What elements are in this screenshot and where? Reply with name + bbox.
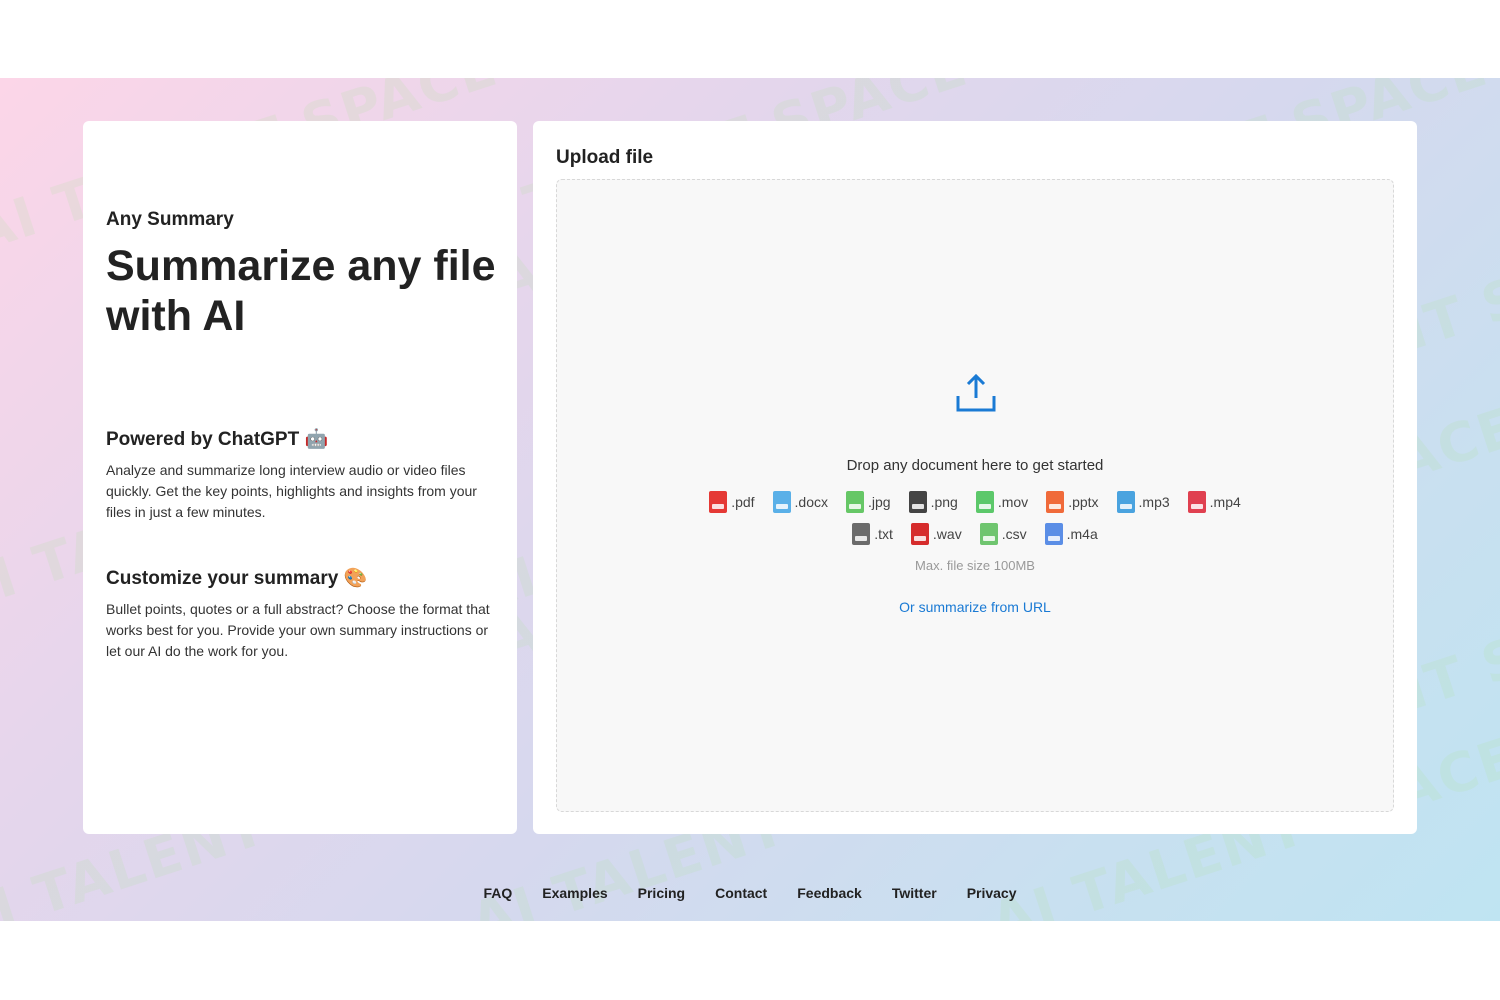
brand-name: Any Summary [106, 209, 234, 230]
file-pptx-icon [1046, 491, 1065, 513]
file-csv-icon [979, 523, 998, 545]
file-types-row: .txt .wav .csv .m4a [557, 523, 1393, 545]
file-pdf-icon [709, 491, 728, 513]
file-mov-icon [975, 491, 994, 513]
file-type-label: .csv [1001, 526, 1027, 542]
max-file-size: Max. file size 100MB [915, 558, 1035, 573]
file-type-wav: .wav [910, 523, 962, 545]
drop-instructions: Drop any document here to get started [846, 457, 1104, 474]
footer-link-contact[interactable]: Contact [715, 885, 767, 901]
file-txt-icon [852, 523, 871, 545]
file-type-label: .docx [794, 494, 829, 510]
file-mp4-icon [1187, 491, 1206, 513]
feature-title-customize: Customize your summary 🎨 [106, 568, 368, 589]
file-type-label: .png [930, 494, 958, 510]
file-type-txt: .txt [852, 523, 893, 545]
file-type-label: .txt [874, 526, 893, 542]
page-headline: Summarize any file with AI [106, 242, 496, 340]
file-jpg-icon [846, 491, 865, 513]
file-type-label: .wav [932, 526, 962, 542]
upload-card: Upload file Drop any document here to ge… [533, 121, 1417, 834]
upload-icon[interactable] [954, 372, 998, 416]
file-type-label: .mov [997, 494, 1029, 510]
footer-link-faq[interactable]: FAQ [483, 885, 512, 901]
info-card: Any Summary Summarize any file with AI P… [83, 121, 517, 834]
file-type-label: .jpg [868, 494, 891, 510]
file-type-m4a: .m4a [1044, 523, 1098, 545]
feature-description-chatgpt: Analyze and summarize long interview aud… [106, 462, 477, 520]
footer-link-pricing[interactable]: Pricing [638, 885, 685, 901]
file-mp3-icon [1116, 491, 1135, 513]
footer-link-examples[interactable]: Examples [542, 885, 607, 901]
file-type-mp3: .mp3 [1116, 491, 1170, 513]
file-dropzone[interactable]: Drop any document here to get started .p… [556, 179, 1394, 812]
file-type-png: .png [908, 491, 958, 513]
file-type-label: .pptx [1068, 494, 1099, 510]
file-type-label: .mp4 [1209, 494, 1241, 510]
file-type-pptx: .pptx [1046, 491, 1099, 513]
file-type-pdf: .pdf [709, 491, 755, 513]
file-type-jpg: .jpg [846, 491, 891, 513]
footer-nav: FAQ Examples Pricing Contact Feedback Twitter… [0, 885, 1500, 901]
file-type-docx: .docx [772, 491, 829, 513]
file-m4a-icon [1044, 523, 1063, 545]
file-type-mp4: .mp4 [1187, 491, 1241, 513]
summarize-from-url-link[interactable]: Or summarize from URL [557, 599, 1393, 615]
footer-link-twitter[interactable]: Twitter [892, 885, 937, 901]
upload-title: Upload file [556, 147, 654, 168]
file-png-icon [908, 491, 927, 513]
file-types-row: .pdf .docx .jpg .png .mov .pptx .mp3 .mp4 [557, 491, 1393, 513]
file-docx-icon [772, 491, 791, 513]
footer-link-feedback[interactable]: Feedback [797, 885, 862, 901]
file-type-csv: .csv [979, 523, 1027, 545]
file-type-label: .mp3 [1138, 494, 1170, 510]
feature-description-customize: Bullet points, quotes or a full abstract… [106, 601, 490, 659]
footer-link-privacy[interactable]: Privacy [967, 885, 1017, 901]
file-type-label: .pdf [731, 494, 755, 510]
feature-title-chatgpt: Powered by ChatGPT 🤖 [106, 429, 329, 450]
file-wav-icon [910, 523, 929, 545]
file-type-label: .m4a [1066, 526, 1098, 542]
file-type-mov: .mov [975, 491, 1029, 513]
page-background: AI TALENT SPACE AI TALENT SPACE AI TALEN… [0, 78, 1500, 921]
